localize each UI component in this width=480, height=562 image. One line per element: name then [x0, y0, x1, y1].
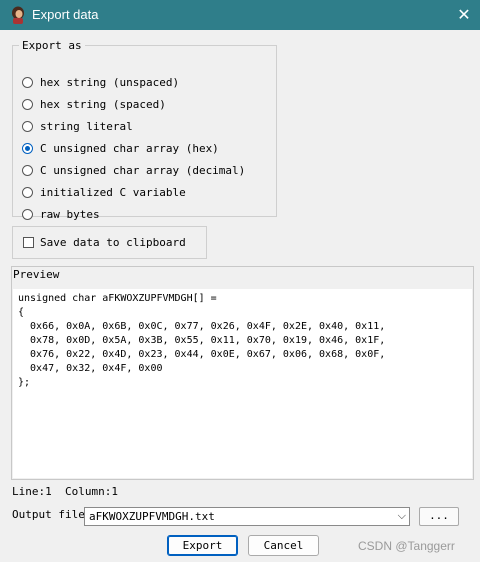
output-file-value[interactable]: aFKWOXZUPFVMDGH.txt	[89, 510, 215, 523]
radio-hex-spaced[interactable]: hex string (spaced)	[22, 95, 166, 113]
radio-initialized-c-variable[interactable]: initialized C variable	[22, 183, 186, 201]
preview-text-area[interactable]: unsigned char aFKWOXZUPFVMDGH[] = { 0x66…	[13, 289, 472, 478]
cursor-status: Line:1 Column:1	[12, 485, 118, 498]
radio-label: C unsigned char array (decimal)	[40, 163, 246, 177]
radio-label: string literal	[40, 119, 133, 133]
browse-button[interactable]: ...	[419, 507, 459, 526]
preview-panel: Preview unsigned char aFKWOXZUPFVMDGH[] …	[11, 266, 474, 480]
app-icon	[12, 6, 24, 24]
radio-indicator[interactable]	[22, 98, 33, 110]
cancel-button[interactable]: Cancel	[248, 535, 319, 556]
radio-label: C unsigned char array (hex)	[40, 141, 219, 155]
output-file-label: Output file	[12, 508, 85, 521]
radio-label: hex string (spaced)	[40, 97, 166, 111]
radio-label: hex string (unspaced)	[40, 75, 180, 89]
radio-indicator[interactable]	[22, 208, 33, 220]
radio-indicator[interactable]	[22, 120, 33, 132]
radio-label: initialized C variable	[40, 185, 186, 199]
radio-indicator-selected[interactable]	[22, 142, 33, 154]
radio-hex-unspaced[interactable]: hex string (unspaced)	[22, 73, 179, 91]
clipboard-group: Save data to clipboard	[12, 226, 207, 259]
title-bar: Export data ✕	[0, 0, 480, 30]
radio-indicator[interactable]	[22, 164, 33, 176]
radio-indicator[interactable]	[22, 186, 33, 198]
export-as-group: Export as hex string (unspaced) hex stri…	[12, 39, 277, 221]
radio-c-array-decimal[interactable]: C unsigned char array (decimal)	[22, 161, 245, 179]
clipboard-label[interactable]: Save data to clipboard	[40, 236, 186, 249]
chevron-down-icon[interactable]: ⌵	[398, 509, 406, 523]
clipboard-checkbox[interactable]	[23, 237, 34, 248]
preview-label: Preview	[13, 268, 60, 281]
radio-c-array-hex[interactable]: C unsigned char array (hex)	[22, 139, 219, 157]
watermark: CSDN @Tanggerr	[358, 539, 455, 553]
window-title: Export data	[32, 7, 99, 22]
radio-raw-bytes[interactable]: raw bytes	[22, 205, 100, 223]
output-file-combobox[interactable]: aFKWOXZUPFVMDGH.txt ⌵	[84, 507, 410, 526]
close-icon[interactable]: ✕	[454, 5, 474, 25]
export-as-legend: Export as	[22, 39, 82, 52]
radio-string-literal[interactable]: string literal	[22, 117, 133, 135]
radio-indicator[interactable]	[22, 76, 33, 88]
export-button[interactable]: Export	[167, 535, 238, 556]
radio-label: raw bytes	[40, 207, 100, 221]
